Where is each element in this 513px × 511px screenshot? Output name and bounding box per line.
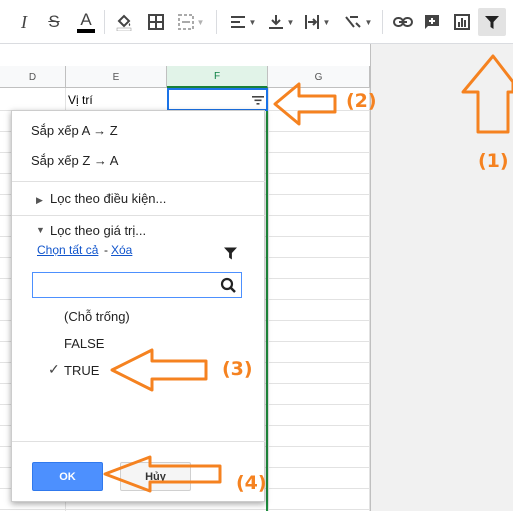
- insert-comment-button[interactable]: [420, 8, 444, 36]
- filter-icon: [224, 247, 237, 260]
- filter-icon: [485, 15, 499, 29]
- text-wrap-icon: [304, 15, 319, 29]
- grid-empty-area: [370, 44, 513, 511]
- checkmark-icon: ✓: [48, 361, 60, 377]
- column-label: D: [28, 71, 37, 83]
- triangle-right-icon: ▶: [36, 195, 43, 205]
- toolbar-divider: [104, 10, 105, 34]
- chevron-down-icon: ▼: [364, 17, 373, 27]
- italic-label: I: [21, 11, 27, 32]
- filter-button[interactable]: [478, 8, 506, 36]
- toolbar: I S A ▼ ▼ ▼ ▼ ▼: [0, 0, 513, 44]
- value-option-blanks[interactable]: (Chỗ trống): [64, 309, 130, 324]
- merge-icon: [177, 14, 194, 30]
- toolbar-divider: [382, 10, 383, 34]
- toolbar-divider: [216, 10, 217, 34]
- insert-chart-button[interactable]: [450, 8, 474, 36]
- menu-divider: [12, 181, 266, 182]
- column-header-g[interactable]: G: [268, 66, 370, 88]
- step-3-label: (3): [222, 358, 253, 380]
- text-wrap-button[interactable]: ▼: [300, 8, 334, 36]
- step-4-label: (4): [236, 472, 267, 494]
- text-rotation-icon: [344, 16, 361, 28]
- chevron-down-icon: ▼: [196, 17, 205, 27]
- column-header-d[interactable]: D: [0, 66, 66, 88]
- borders-icon: [148, 14, 164, 30]
- text-rotation-button[interactable]: ▼: [340, 8, 376, 36]
- column-header-row: D E F G: [0, 66, 370, 88]
- align-left-icon: [230, 16, 245, 28]
- link-icon: [393, 17, 413, 27]
- select-all-link[interactable]: Chọn tất cả: [37, 243, 98, 257]
- filter-by-condition-item[interactable]: Lọc theo điều kiện...: [50, 191, 166, 206]
- filter-by-values-item[interactable]: Lọc theo giá trị...: [50, 223, 146, 238]
- selected-cell-f1[interactable]: [167, 88, 268, 111]
- vertical-align-button[interactable]: ▼: [264, 8, 298, 36]
- comment-add-icon: [425, 15, 439, 29]
- link-separator: -: [104, 243, 108, 257]
- step-2-label: (2): [346, 90, 377, 112]
- text-color-bar: [77, 28, 95, 33]
- filter-lines-icon: [252, 95, 264, 105]
- value-option-false[interactable]: FALSE: [64, 336, 104, 351]
- triangle-down-icon: ▼: [36, 225, 45, 235]
- value-search-input[interactable]: [32, 272, 242, 298]
- insert-link-button[interactable]: [390, 8, 416, 36]
- clear-link[interactable]: Xóa: [111, 243, 132, 257]
- column-label: F: [213, 70, 221, 82]
- fill-color-button[interactable]: [112, 8, 136, 36]
- sort-a-z-item[interactable]: Sắp xếp A → Z: [31, 123, 118, 138]
- horizontal-align-button[interactable]: ▼: [226, 8, 260, 36]
- ok-label: OK: [59, 470, 76, 483]
- column-header-e[interactable]: E: [66, 66, 167, 88]
- strikethrough-button[interactable]: S: [42, 8, 66, 36]
- ok-button[interactable]: OK: [32, 462, 103, 491]
- italic-button[interactable]: I: [12, 8, 36, 36]
- cancel-label: Hủy: [145, 470, 166, 483]
- chart-icon: [454, 14, 470, 30]
- column-label: E: [112, 71, 120, 83]
- filter-dropdown-menu: Sắp xếp A → Z Sắp xếp Z → A ▶ Lọc theo đ…: [11, 110, 266, 502]
- column-filter-button[interactable]: [251, 94, 265, 106]
- search-icon: [220, 277, 236, 293]
- cell-e1[interactable]: Vị trí: [68, 93, 93, 107]
- menu-divider: [12, 441, 266, 442]
- chevron-down-icon: ▼: [322, 17, 331, 27]
- strike-label: S: [48, 12, 60, 31]
- paint-bucket-icon: [116, 14, 132, 31]
- menu-divider: [12, 215, 266, 216]
- text-color-label: A: [80, 9, 92, 29]
- chevron-down-icon: ▼: [286, 17, 295, 27]
- column-header-f[interactable]: F: [167, 66, 268, 88]
- cancel-button[interactable]: Hủy: [120, 462, 191, 491]
- merge-cells-button[interactable]: ▼: [174, 8, 208, 36]
- gridline: [0, 509, 370, 510]
- selected-column-border: [266, 110, 268, 511]
- column-label: G: [314, 71, 323, 83]
- value-option-true[interactable]: TRUE: [64, 363, 99, 378]
- step-1-label: (1): [478, 150, 509, 172]
- align-bottom-icon: [268, 15, 283, 29]
- text-color-button[interactable]: A: [74, 8, 98, 36]
- borders-button[interactable]: [144, 8, 168, 36]
- sort-z-a-item[interactable]: Sắp xếp Z → A: [31, 153, 118, 168]
- chevron-down-icon: ▼: [248, 17, 257, 27]
